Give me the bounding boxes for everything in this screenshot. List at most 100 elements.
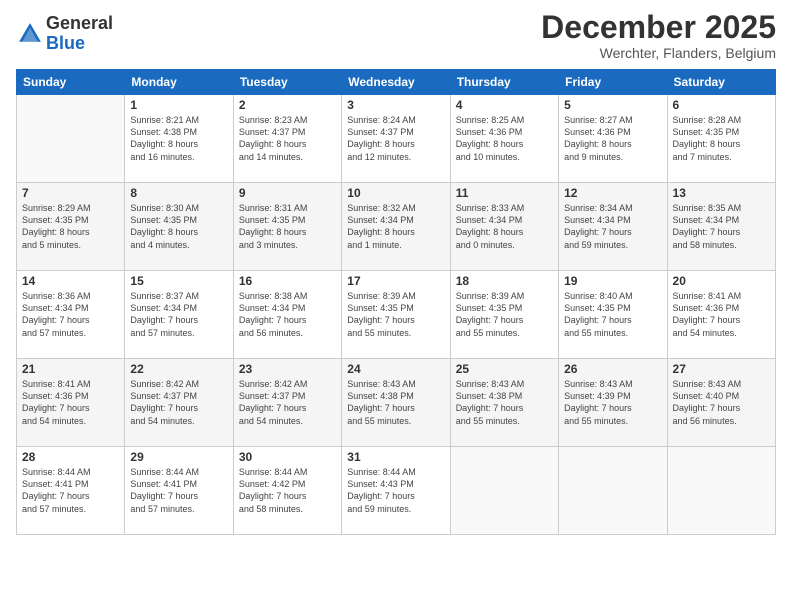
- day-number: 22: [130, 362, 227, 376]
- title-block: December 2025 Werchter, Flanders, Belgiu…: [541, 10, 776, 61]
- logo-text: General Blue: [46, 14, 113, 54]
- day-info: Sunrise: 8:37 AM Sunset: 4:34 PM Dayligh…: [130, 290, 227, 339]
- day-number: 14: [22, 274, 119, 288]
- day-number: 19: [564, 274, 661, 288]
- day-number: 9: [239, 186, 336, 200]
- weekday-header-row: SundayMondayTuesdayWednesdayThursdayFrid…: [17, 70, 776, 95]
- day-number: 1: [130, 98, 227, 112]
- page: General Blue December 2025 Werchter, Fla…: [0, 0, 792, 612]
- calendar-cell: 24 Sunrise: 8:43 AM Sunset: 4:38 PM Dayli…: [342, 359, 450, 447]
- day-info: Sunrise: 8:29 AM Sunset: 4:35 PM Dayligh…: [22, 202, 119, 251]
- day-number: 11: [456, 186, 553, 200]
- calendar-cell: 13 Sunrise: 8:35 AM Sunset: 4:34 PM Dayli…: [667, 183, 775, 271]
- weekday-header-friday: Friday: [559, 70, 667, 95]
- calendar-cell: 17Sunrise: 8:39 AM Sunset: 4:35 PM Dayli…: [342, 271, 450, 359]
- weekday-header-wednesday: Wednesday: [342, 70, 450, 95]
- day-info: Sunrise: 8:38 AM Sunset: 4:34 PM Dayligh…: [239, 290, 336, 339]
- day-number: 4: [456, 98, 553, 112]
- calendar-cell: 25 Sunrise: 8:43 AM Sunset: 4:38 PM Dayli…: [450, 359, 558, 447]
- header: General Blue December 2025 Werchter, Fla…: [16, 10, 776, 61]
- calendar-cell: 29 Sunrise: 8:44 AM Sunset: 4:41 PM Dayli…: [125, 447, 233, 535]
- location: Werchter, Flanders, Belgium: [541, 45, 776, 61]
- day-number: 15: [130, 274, 227, 288]
- day-number: 8: [130, 186, 227, 200]
- day-info: Sunrise: 8:44 AM Sunset: 4:41 PM Dayligh…: [22, 466, 119, 515]
- day-number: 26: [564, 362, 661, 376]
- day-info: Sunrise: 8:42 AM Sunset: 4:37 PM Dayligh…: [130, 378, 227, 427]
- day-info: Sunrise: 8:43 AM Sunset: 4:38 PM Dayligh…: [347, 378, 444, 427]
- day-number: 28: [22, 450, 119, 464]
- day-number: 16: [239, 274, 336, 288]
- calendar-cell: 31Sunrise: 8:44 AM Sunset: 4:43 PM Dayli…: [342, 447, 450, 535]
- day-number: 30: [239, 450, 336, 464]
- calendar-cell: 1 Sunrise: 8:21 AM Sunset: 4:38 PM Daylig…: [125, 95, 233, 183]
- day-info: Sunrise: 8:35 AM Sunset: 4:34 PM Dayligh…: [673, 202, 770, 251]
- calendar-cell: 8 Sunrise: 8:30 AM Sunset: 4:35 PM Daylig…: [125, 183, 233, 271]
- day-info: Sunrise: 8:33 AM Sunset: 4:34 PM Dayligh…: [456, 202, 553, 251]
- calendar-cell: 9 Sunrise: 8:31 AM Sunset: 4:35 PM Daylig…: [233, 183, 341, 271]
- day-number: 20: [673, 274, 770, 288]
- day-info: Sunrise: 8:39 AM Sunset: 4:35 PM Dayligh…: [347, 290, 444, 339]
- calendar-cell: [667, 447, 775, 535]
- calendar-cell: 19 Sunrise: 8:40 AM Sunset: 4:35 PM Dayli…: [559, 271, 667, 359]
- weekday-header-monday: Monday: [125, 70, 233, 95]
- calendar-cell: 21 Sunrise: 8:41 AM Sunset: 4:36 PM Dayli…: [17, 359, 125, 447]
- calendar-cell: 22 Sunrise: 8:42 AM Sunset: 4:37 PM Dayli…: [125, 359, 233, 447]
- day-info: Sunrise: 8:40 AM Sunset: 4:35 PM Dayligh…: [564, 290, 661, 339]
- day-number: 29: [130, 450, 227, 464]
- calendar-cell: 10 Sunrise: 8:32 AM Sunset: 4:34 PM Dayli…: [342, 183, 450, 271]
- day-number: 13: [673, 186, 770, 200]
- day-info: Sunrise: 8:43 AM Sunset: 4:39 PM Dayligh…: [564, 378, 661, 427]
- calendar-cell: 20Sunrise: 8:41 AM Sunset: 4:36 PM Dayli…: [667, 271, 775, 359]
- day-info: Sunrise: 8:24 AM Sunset: 4:37 PM Dayligh…: [347, 114, 444, 163]
- day-info: Sunrise: 8:32 AM Sunset: 4:34 PM Dayligh…: [347, 202, 444, 251]
- day-number: 6: [673, 98, 770, 112]
- calendar-cell: 23Sunrise: 8:42 AM Sunset: 4:37 PM Dayli…: [233, 359, 341, 447]
- day-number: 18: [456, 274, 553, 288]
- day-info: Sunrise: 8:39 AM Sunset: 4:35 PM Dayligh…: [456, 290, 553, 339]
- calendar-cell: 27Sunrise: 8:43 AM Sunset: 4:40 PM Dayli…: [667, 359, 775, 447]
- calendar-cell: 26 Sunrise: 8:43 AM Sunset: 4:39 PM Dayli…: [559, 359, 667, 447]
- calendar-week-row: 28 Sunrise: 8:44 AM Sunset: 4:41 PM Dayli…: [17, 447, 776, 535]
- calendar-cell: 18 Sunrise: 8:39 AM Sunset: 4:35 PM Dayli…: [450, 271, 558, 359]
- day-number: 25: [456, 362, 553, 376]
- day-info: Sunrise: 8:44 AM Sunset: 4:41 PM Dayligh…: [130, 466, 227, 515]
- calendar-week-row: 21 Sunrise: 8:41 AM Sunset: 4:36 PM Dayli…: [17, 359, 776, 447]
- calendar-cell: [17, 95, 125, 183]
- calendar-cell: 14 Sunrise: 8:36 AM Sunset: 4:34 PM Dayli…: [17, 271, 125, 359]
- day-info: Sunrise: 8:36 AM Sunset: 4:34 PM Dayligh…: [22, 290, 119, 339]
- day-number: 27: [673, 362, 770, 376]
- calendar-cell: 3Sunrise: 8:24 AM Sunset: 4:37 PM Daylig…: [342, 95, 450, 183]
- weekday-header-saturday: Saturday: [667, 70, 775, 95]
- day-info: Sunrise: 8:23 AM Sunset: 4:37 PM Dayligh…: [239, 114, 336, 163]
- day-number: 21: [22, 362, 119, 376]
- calendar: SundayMondayTuesdayWednesdayThursdayFrid…: [16, 69, 776, 535]
- day-info: Sunrise: 8:43 AM Sunset: 4:38 PM Dayligh…: [456, 378, 553, 427]
- day-number: 2: [239, 98, 336, 112]
- calendar-cell: 7Sunrise: 8:29 AM Sunset: 4:35 PM Daylig…: [17, 183, 125, 271]
- logo-icon: [16, 20, 44, 48]
- day-number: 23: [239, 362, 336, 376]
- day-info: Sunrise: 8:27 AM Sunset: 4:36 PM Dayligh…: [564, 114, 661, 163]
- calendar-cell: 30 Sunrise: 8:44 AM Sunset: 4:42 PM Dayli…: [233, 447, 341, 535]
- calendar-cell: 4 Sunrise: 8:25 AM Sunset: 4:36 PM Daylig…: [450, 95, 558, 183]
- calendar-cell: 16 Sunrise: 8:38 AM Sunset: 4:34 PM Dayli…: [233, 271, 341, 359]
- calendar-cell: 11 Sunrise: 8:33 AM Sunset: 4:34 PM Dayli…: [450, 183, 558, 271]
- day-number: 5: [564, 98, 661, 112]
- day-number: 24: [347, 362, 444, 376]
- day-info: Sunrise: 8:41 AM Sunset: 4:36 PM Dayligh…: [22, 378, 119, 427]
- calendar-cell: 5 Sunrise: 8:27 AM Sunset: 4:36 PM Daylig…: [559, 95, 667, 183]
- calendar-week-row: 7Sunrise: 8:29 AM Sunset: 4:35 PM Daylig…: [17, 183, 776, 271]
- calendar-cell: 15 Sunrise: 8:37 AM Sunset: 4:34 PM Dayli…: [125, 271, 233, 359]
- day-info: Sunrise: 8:21 AM Sunset: 4:38 PM Dayligh…: [130, 114, 227, 163]
- calendar-cell: [450, 447, 558, 535]
- day-number: 10: [347, 186, 444, 200]
- day-info: Sunrise: 8:25 AM Sunset: 4:36 PM Dayligh…: [456, 114, 553, 163]
- weekday-header-sunday: Sunday: [17, 70, 125, 95]
- day-info: Sunrise: 8:31 AM Sunset: 4:35 PM Dayligh…: [239, 202, 336, 251]
- logo: General Blue: [16, 14, 113, 54]
- weekday-header-thursday: Thursday: [450, 70, 558, 95]
- calendar-week-row: 14 Sunrise: 8:36 AM Sunset: 4:34 PM Dayli…: [17, 271, 776, 359]
- day-info: Sunrise: 8:44 AM Sunset: 4:42 PM Dayligh…: [239, 466, 336, 515]
- day-info: Sunrise: 8:30 AM Sunset: 4:35 PM Dayligh…: [130, 202, 227, 251]
